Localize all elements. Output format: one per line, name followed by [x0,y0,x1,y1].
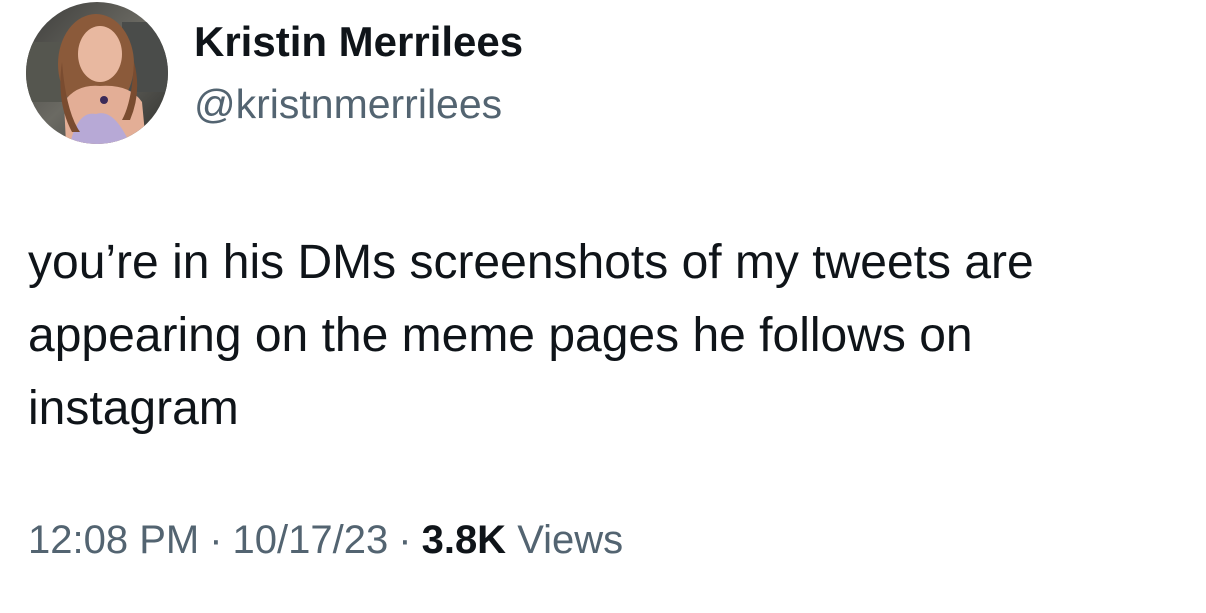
tweet-card: Kristin Merrilees @kristnmerrilees you’r… [0,0,1206,613]
author-display-name[interactable]: Kristin Merrilees [194,18,523,66]
views-count[interactable]: 3.8K [422,518,507,562]
views-label: Views [517,518,624,562]
meta-separator: · [398,518,412,562]
avatar[interactable] [26,2,168,144]
avatar-photo [26,2,168,144]
tweet-time[interactable]: 12:08 PM [28,518,199,562]
meta-separator: · [209,518,223,562]
tweet-meta: 12:08 PM · 10/17/23 · 3.8K Views [28,518,623,563]
author-handle[interactable]: @kristnmerrilees [194,81,502,128]
tweet-text: you’re in his DMs screenshots of my twee… [28,236,1034,435]
tweet-date[interactable]: 10/17/23 [233,518,389,562]
